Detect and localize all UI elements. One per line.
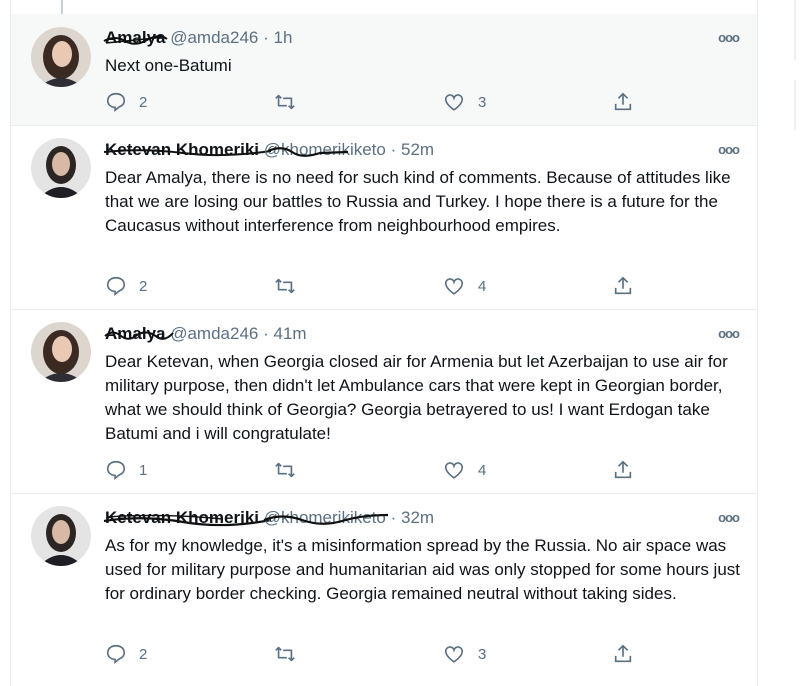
avatar-ketevan[interactable] <box>31 138 91 198</box>
timestamp[interactable]: · 52m <box>391 140 434 159</box>
reply-count: 2 <box>139 645 148 663</box>
tweet-actions: 2 4 <box>105 274 645 298</box>
retweet-icon <box>275 646 295 662</box>
display-name[interactable]: Ketevan Khomeriki <box>103 140 272 160</box>
right-column-edge <box>758 0 800 686</box>
reply-button[interactable]: 1 <box>105 458 147 482</box>
timestamp[interactable]: · 32m <box>391 508 434 527</box>
share-button[interactable] <box>611 642 635 666</box>
like-button[interactable]: 3 <box>442 642 486 666</box>
share-icon <box>614 644 632 663</box>
reply-count: 2 <box>139 93 148 111</box>
like-button[interactable]: 4 <box>442 458 486 482</box>
reply-icon <box>106 276 126 296</box>
reply-button[interactable]: 2 <box>105 90 147 114</box>
display-name[interactable]: Amalya <box>104 324 174 344</box>
tweet-text: As for my knowledge, it's a misinformati… <box>105 536 741 603</box>
retweet-button[interactable] <box>273 458 309 482</box>
avatar-amalya[interactable] <box>31 322 91 382</box>
like-count: 3 <box>478 93 487 111</box>
handle[interactable]: @khomerikiketo <box>264 140 386 159</box>
heart-icon <box>444 462 464 479</box>
avatar-ketevan[interactable] <box>31 506 91 566</box>
reply-count: 1 <box>139 461 148 479</box>
retweet-icon <box>275 278 295 294</box>
tweet[interactable]: Amalya @amda246 · 1h ooo Next one-Batumi… <box>11 14 757 126</box>
tweet-actions: 1 4 <box>105 458 645 482</box>
reply-icon <box>106 92 126 112</box>
handle[interactable]: @amda246 <box>170 324 258 343</box>
reply-button[interactable]: 2 <box>105 274 147 298</box>
heart-icon <box>444 646 464 663</box>
share-icon <box>614 92 632 111</box>
more-icon[interactable]: ooo <box>718 326 740 341</box>
share-button[interactable] <box>611 274 635 298</box>
avatar-amalya[interactable] <box>31 27 91 87</box>
reply-button[interactable]: 2 <box>105 642 147 666</box>
share-icon <box>614 460 632 479</box>
share-icon <box>614 276 632 295</box>
handle[interactable]: @amda246 <box>170 28 258 47</box>
tweet[interactable]: Ketevan Khomeriki @khomerikiketo · 32m o… <box>11 494 757 686</box>
display-name[interactable]: Amalya <box>103 28 168 48</box>
retweet-button[interactable] <box>273 90 309 114</box>
tweet-text: Dear Ketevan, when Georgia closed air fo… <box>105 352 728 443</box>
retweet-button[interactable] <box>273 274 309 298</box>
share-button[interactable] <box>611 458 635 482</box>
like-count: 4 <box>478 277 487 295</box>
like-count: 4 <box>478 461 487 479</box>
retweet-icon <box>275 462 295 478</box>
conversation-timeline: Amalya @amda246 · 1h ooo Next one-Batumi… <box>10 0 758 686</box>
tweet-text: Dear Amalya, there is no need for such k… <box>105 168 731 235</box>
tweet-actions: 2 3 <box>105 642 645 666</box>
handle[interactable]: @khomerikiketo <box>263 508 388 527</box>
thread-connector-line <box>61 0 63 14</box>
display-name[interactable]: Ketevan Khomeriki <box>103 508 272 528</box>
right-column-divider <box>794 80 796 130</box>
reply-icon <box>106 644 126 664</box>
tweet[interactable]: Ketevan Khomeriki @khomerikiketo · 52m o… <box>11 126 757 310</box>
share-button[interactable] <box>611 90 635 114</box>
tweet[interactable]: Amalya @amda246 · 41m ooo Dear Ketevan, … <box>11 310 757 494</box>
more-icon[interactable]: ooo <box>718 30 740 45</box>
reply-icon <box>106 460 126 480</box>
tweet-text: Next one-Batumi <box>105 56 232 75</box>
like-count: 3 <box>478 645 487 663</box>
more-icon[interactable]: ooo <box>718 510 740 525</box>
reply-count: 2 <box>139 277 148 295</box>
timestamp[interactable]: · 41m <box>263 324 306 343</box>
retweet-icon <box>275 94 295 110</box>
like-button[interactable]: 3 <box>442 90 486 114</box>
like-button[interactable]: 4 <box>442 274 486 298</box>
right-column-divider <box>794 0 796 60</box>
more-icon[interactable]: ooo <box>718 142 740 157</box>
timestamp[interactable]: · 1h <box>263 28 292 47</box>
retweet-button[interactable] <box>273 642 309 666</box>
tweet-actions: 2 3 <box>105 90 645 114</box>
heart-icon <box>444 278 464 295</box>
heart-icon <box>444 94 464 111</box>
